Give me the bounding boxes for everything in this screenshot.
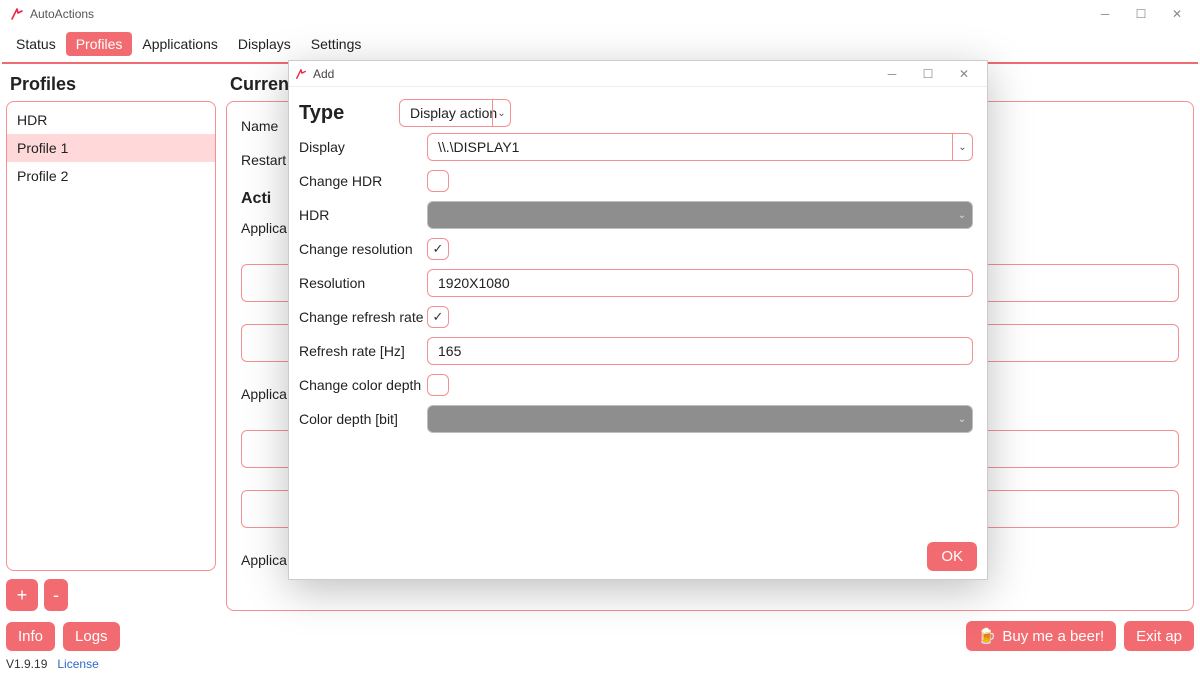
info-button[interactable]: Info (6, 622, 55, 651)
dialog-title: Add (313, 67, 334, 81)
bottom-bar: Info Logs 🍺 Buy me a beer! Exit ap (6, 621, 1194, 651)
menu-status[interactable]: Status (6, 32, 66, 56)
change-resolution-label: Change resolution (299, 241, 427, 257)
change-resolution-checkbox[interactable]: ✓ (427, 238, 449, 260)
app-icon (10, 7, 24, 21)
donate-label: Buy me a beer! (1002, 628, 1104, 645)
status-bar: V1.9.19 License (0, 653, 1200, 675)
chevron-down-icon: ⌄ (952, 406, 972, 432)
menu-profiles[interactable]: Profiles (66, 32, 133, 56)
hdr-select: ⌄ (427, 201, 973, 229)
change-hdr-label: Change HDR (299, 173, 427, 189)
profiles-list: HDR Profile 1 Profile 2 (6, 101, 216, 571)
display-value: \\.\DISPLAY1 (438, 139, 519, 155)
app-icon (295, 68, 307, 80)
donate-button[interactable]: 🍺 Buy me a beer! (966, 621, 1116, 651)
dialog-maximize-button[interactable]: ☐ (911, 63, 945, 85)
chevron-down-icon: ⌄ (492, 100, 510, 126)
maximize-button[interactable]: ☐ (1124, 3, 1158, 25)
app-title: AutoActions (30, 7, 94, 21)
action-type-select[interactable]: Display action ⌄ (399, 99, 511, 127)
refresh-input[interactable]: 165 (427, 337, 973, 365)
resolution-value: 1920X1080 (438, 275, 510, 291)
remove-profile-button[interactable]: - (44, 579, 68, 611)
type-heading: Type (299, 102, 399, 125)
dialog-titlebar: Add ─ ☐ ✕ (289, 61, 987, 87)
chevron-down-icon: ⌄ (952, 202, 972, 228)
color-depth-select: ⌄ (427, 405, 973, 433)
change-refresh-checkbox[interactable]: ✓ (427, 306, 449, 328)
change-hdr-checkbox[interactable] (427, 170, 449, 192)
refresh-label: Refresh rate [Hz] (299, 343, 427, 359)
exit-button[interactable]: Exit ap (1124, 621, 1194, 651)
menu-displays[interactable]: Displays (228, 32, 301, 56)
hdr-label: HDR (299, 207, 427, 223)
change-refresh-label: Change refresh rate (299, 309, 427, 325)
resolution-input[interactable]: 1920X1080 (427, 269, 973, 297)
display-label: Display (299, 139, 427, 155)
display-select[interactable]: \\.\DISPLAY1 ⌄ (427, 133, 973, 161)
menubar: Status Profiles Applications Displays Se… (0, 28, 1200, 62)
profiles-heading: Profiles (10, 74, 212, 95)
change-color-label: Change color depth (299, 377, 427, 393)
ok-button[interactable]: OK (927, 542, 977, 571)
menu-settings[interactable]: Settings (301, 32, 372, 56)
minimize-button[interactable]: ─ (1088, 3, 1122, 25)
version-label: V1.9.19 (6, 657, 47, 671)
license-link[interactable]: License (57, 657, 98, 671)
logs-button[interactable]: Logs (63, 622, 120, 651)
profile-item[interactable]: HDR (7, 106, 215, 134)
add-action-dialog: Add ─ ☐ ✕ Type Display action ⌄ Display … (288, 60, 988, 580)
color-depth-label: Color depth [bit] (299, 411, 427, 427)
close-button[interactable]: ✕ (1160, 3, 1194, 25)
beer-icon: 🍺 (978, 627, 997, 645)
main-window-titlebar: AutoActions ─ ☐ ✕ (0, 0, 1200, 28)
dialog-close-button[interactable]: ✕ (947, 63, 981, 85)
resolution-label: Resolution (299, 275, 427, 291)
profile-item[interactable]: Profile 2 (7, 162, 215, 190)
chevron-down-icon: ⌄ (952, 134, 972, 160)
refresh-value: 165 (438, 343, 461, 359)
menu-applications[interactable]: Applications (132, 32, 228, 56)
profile-item[interactable]: Profile 1 (7, 134, 215, 162)
action-type-value: Display action (410, 105, 497, 121)
change-color-checkbox[interactable] (427, 374, 449, 396)
add-profile-button[interactable]: + (6, 579, 38, 611)
dialog-minimize-button[interactable]: ─ (875, 63, 909, 85)
